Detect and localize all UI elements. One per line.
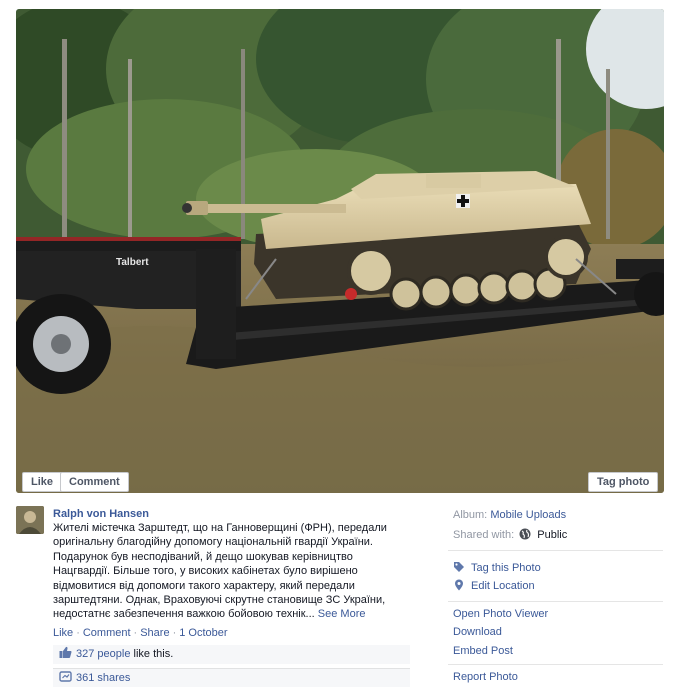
tank-on-trailer-image: Talbert [16, 9, 664, 493]
divider [448, 664, 663, 665]
divider [448, 550, 663, 551]
divider [448, 601, 663, 602]
location-pin-icon [453, 579, 465, 591]
share-icon [59, 670, 72, 683]
tag-icon [453, 561, 465, 573]
separator: · [76, 627, 80, 639]
globe-icon [519, 528, 531, 540]
shares-row: 361 shares [53, 668, 410, 687]
likes-people-link[interactable]: 327 people [76, 648, 130, 660]
photo[interactable]: Talbert [16, 9, 664, 493]
like-link[interactable]: Like [53, 627, 73, 639]
embed-post-link[interactable]: Embed Post [453, 645, 513, 657]
post-date-link[interactable]: 1 October [179, 627, 227, 639]
likes-suffix: like this. [130, 648, 174, 660]
tag-this-photo-link[interactable]: Tag this Photo [453, 561, 541, 574]
album-label: Album: [453, 509, 488, 521]
avatar[interactable] [16, 506, 44, 534]
likes-row: 327 people like this. [53, 645, 410, 664]
separator: · [133, 627, 138, 639]
privacy-selector[interactable]: Public [537, 529, 567, 541]
shares-link[interactable]: 361 shares [76, 672, 130, 684]
photo-comment-button[interactable]: Comment [60, 472, 129, 492]
edit-location-link[interactable]: Edit Location [453, 579, 535, 592]
truck-brand-text: Talbert [116, 257, 149, 268]
photo-like-button[interactable]: Like [22, 472, 63, 492]
share-link[interactable]: Share [140, 627, 169, 639]
thumbs-up-icon [59, 646, 72, 659]
shared-with-label: Shared with: [453, 529, 515, 541]
edit-location-label: Edit Location [471, 580, 535, 592]
album-link[interactable]: Mobile Uploads [490, 509, 566, 521]
avatar-image [16, 506, 44, 534]
tag-photo-button[interactable]: Tag photo [588, 472, 659, 492]
shared-with-row: Shared with: Public [453, 528, 567, 541]
comment-link[interactable]: Comment [83, 627, 131, 639]
post-body: Жителі містечка Зарштедт, що на Ганновер… [53, 522, 387, 621]
post-actions: Like · Comment · Share · 1 October [53, 627, 228, 639]
report-photo-link[interactable]: Report Photo [453, 671, 518, 683]
download-link[interactable]: Download [453, 626, 502, 638]
see-more-link[interactable]: See More [318, 608, 366, 620]
album-row: Album: Mobile Uploads [453, 509, 566, 521]
separator: · [172, 627, 177, 639]
open-photo-viewer-link[interactable]: Open Photo Viewer [453, 608, 548, 620]
tag-this-photo-label: Tag this Photo [471, 562, 541, 574]
post-text: Жителі містечка Зарштедт, що на Ганновер… [53, 521, 408, 622]
post-author[interactable]: Ralph von Hansen [53, 508, 149, 520]
